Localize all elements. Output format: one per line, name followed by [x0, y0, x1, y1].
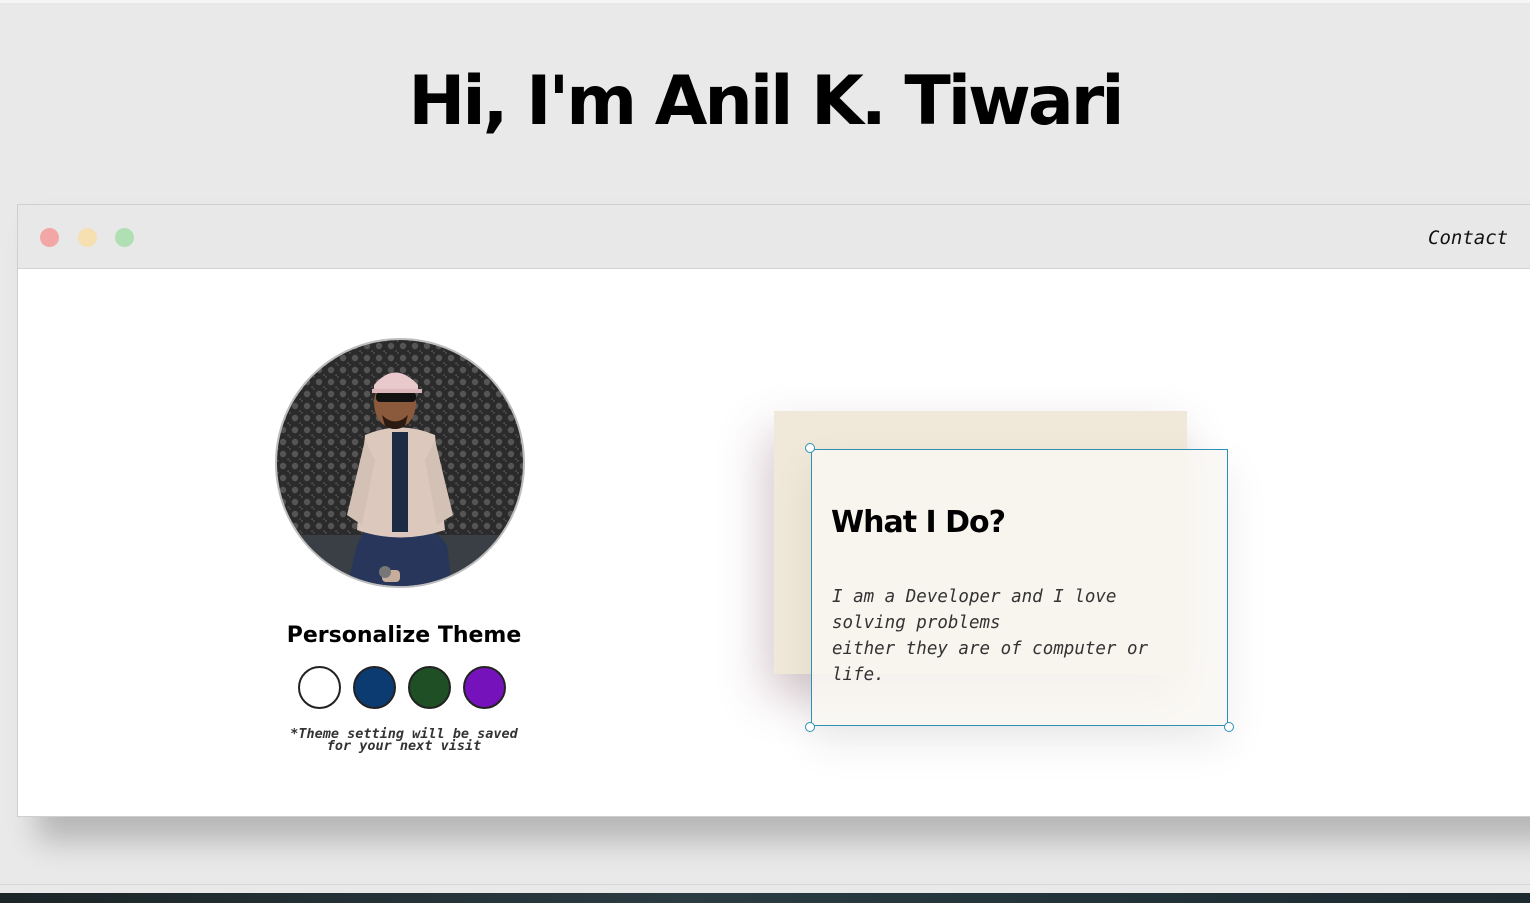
- minimize-dot[interactable]: [78, 228, 97, 247]
- card-heading: What I Do?: [831, 505, 1006, 540]
- resize-handle-bottom-left[interactable]: [805, 722, 815, 732]
- theme-swatch-white[interactable]: [298, 666, 341, 709]
- hero-title: Hi, I'm Anil K. Tiwari: [408, 62, 1124, 141]
- contact-link[interactable]: Contact: [1428, 227, 1508, 249]
- what-i-do-card[interactable]: What I Do? I am a Developer and I love s…: [805, 443, 1234, 732]
- theme-swatch-green[interactable]: [408, 666, 451, 709]
- theme-title: Personalize Theme: [286, 623, 522, 648]
- window-titlebar: Contact: [18, 205, 1530, 269]
- theme-note: *Theme setting will be saved for your ne…: [290, 726, 518, 754]
- browser-window: Contact Personalize Theme *Theme setting…: [17, 204, 1530, 817]
- resize-handle-top-left[interactable]: [805, 443, 815, 453]
- theme-swatch-purple[interactable]: [463, 666, 506, 709]
- card-text: I am a Developer and I love solving prob…: [832, 587, 1149, 685]
- taskbar: [0, 893, 1530, 903]
- theme-swatch-blue[interactable]: [353, 666, 396, 709]
- resize-handle-bottom-right[interactable]: [1224, 722, 1234, 732]
- maximize-dot[interactable]: [115, 228, 134, 247]
- page-divider: [0, 884, 1530, 885]
- avatar: [275, 338, 525, 588]
- close-dot[interactable]: [40, 228, 59, 247]
- top-edge: [0, 0, 1530, 3]
